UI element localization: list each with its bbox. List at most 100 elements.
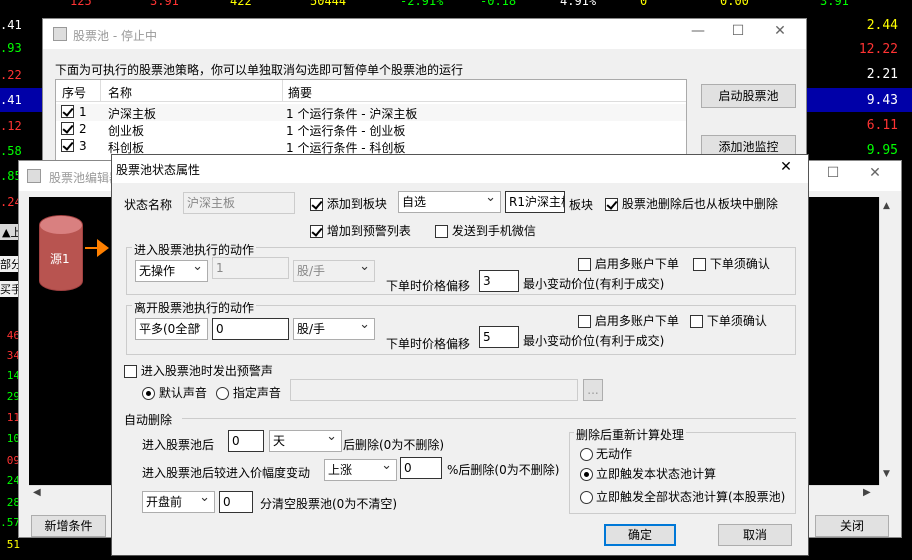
enter-confirm-label: 下单须确认: [709, 257, 770, 271]
right-quote-value: 6.11: [866, 118, 898, 133]
after-enter-days-field[interactable]: 0: [228, 430, 264, 452]
send-wechat-checkbox[interactable]: [435, 225, 448, 238]
alert-sound-option[interactable]: 进入股票池时发出预警声: [124, 362, 273, 379]
cancel-button[interactable]: 取消: [718, 524, 792, 546]
clear-time-select[interactable]: 开盘前: [142, 491, 215, 513]
custom-sound-option[interactable]: 指定声音: [216, 384, 281, 401]
price-direction-select[interactable]: 上涨: [324, 459, 397, 481]
send-wechat-option[interactable]: 发送到手机微信: [435, 222, 536, 239]
enter-multi-account-checkbox[interactable]: [578, 258, 591, 271]
dialog-titlebar: 股票池状态属性 ✕: [112, 155, 808, 183]
default-sound-label: 默认声音: [158, 386, 207, 400]
stock-pool-window-icon: [53, 27, 67, 41]
custom-sound-radio[interactable]: [216, 387, 229, 400]
leave-confirm-checkbox[interactable]: [690, 315, 703, 328]
enter-confirm-checkbox[interactable]: [693, 258, 706, 271]
leave-confirm-label: 下单须确认: [706, 314, 767, 328]
enter-unit-select[interactable]: 股/手: [293, 260, 375, 282]
leave-quantity-field[interactable]: 0: [212, 318, 289, 340]
editor-close-icon[interactable]: ✕: [855, 165, 895, 181]
column-summary[interactable]: 摘要: [288, 84, 312, 101]
start-pool-button[interactable]: 启动股票池: [701, 84, 796, 108]
leave-offset-field[interactable]: 5: [479, 326, 519, 348]
clear-suffix: 分清空股票池(0为不清空): [260, 497, 397, 511]
state-name-label: 状态名称: [124, 198, 173, 212]
new-condition-button[interactable]: 新增条件: [31, 515, 106, 537]
maximize-icon[interactable]: ☐: [718, 23, 758, 39]
pool-row-index: 3: [79, 139, 87, 153]
left-quote-value: .41: [0, 18, 22, 32]
add-to-warning-option[interactable]: 增加到预警列表: [310, 222, 411, 239]
source-node[interactable]: 源1: [39, 215, 83, 291]
right-quote-value: 9.43: [866, 93, 898, 108]
block-name-field[interactable]: R1沪深主板: [505, 191, 565, 213]
source-node-label: 源1: [50, 252, 70, 266]
pool-row-checkbox[interactable]: [61, 122, 74, 135]
clear-minutes-field[interactable]: 0: [219, 491, 253, 513]
after-enter-suffix: 后删除(0为不删除): [343, 438, 444, 452]
editor-close-button[interactable]: 关闭: [815, 515, 889, 537]
recalc-radio[interactable]: [580, 468, 593, 481]
left-quote-value: .22: [0, 68, 22, 82]
dialog-close-icon[interactable]: ✕: [766, 159, 806, 175]
leave-offset-suffix: 最小变动价位(有利于成交): [523, 334, 665, 348]
pool-row-name: 沪深主板: [108, 107, 157, 121]
pool-row-checkbox[interactable]: [61, 139, 74, 152]
browse-sound-button[interactable]: ...: [583, 379, 603, 401]
leave-confirm-option[interactable]: 下单须确认: [690, 312, 767, 329]
column-name[interactable]: 名称: [108, 84, 132, 101]
ok-button[interactable]: 确定: [604, 524, 676, 546]
sound-path-field[interactable]: [290, 379, 578, 401]
enter-multi-account-option[interactable]: 启用多账户下单: [578, 255, 679, 272]
editor-maximize-icon[interactable]: ☐: [813, 165, 853, 181]
add-to-block-checkbox[interactable]: [310, 198, 323, 211]
stock-pool-window: 股票池 - 停止中 — ☐ ✕ 下面为可执行的股票池策略，你可以单独取消勾选即可…: [42, 18, 807, 169]
after-enter-unit-select[interactable]: 天: [269, 430, 342, 452]
default-sound-option[interactable]: 默认声音: [142, 384, 207, 401]
ticker-value: 0: [640, 0, 648, 8]
editor-vertical-scrollbar[interactable]: ▲ ▼: [879, 197, 895, 485]
enter-action-select[interactable]: 无操作: [135, 260, 208, 282]
enter-offset-suffix: 最小变动价位(有利于成交): [523, 277, 665, 291]
recalc-radio[interactable]: [580, 491, 593, 504]
leave-multi-account-option[interactable]: 启用多账户下单: [578, 312, 679, 329]
recalc-option[interactable]: 立即触发全部状态池计算(本股票池): [580, 488, 785, 505]
enter-confirm-option[interactable]: 下单须确认: [693, 255, 770, 272]
ticker-value: 50444: [310, 0, 347, 8]
state-name-field[interactable]: 沪深主板: [183, 192, 295, 214]
recalc-radio[interactable]: [580, 448, 593, 461]
enter-offset-field[interactable]: 3: [479, 270, 519, 292]
pool-row[interactable]: 2 创业板 1 个运行条件 - 创业板: [56, 121, 686, 138]
recalc-option-label: 立即触发本状态池计算: [596, 467, 717, 481]
pool-row-index: 1: [79, 105, 87, 119]
block-select[interactable]: 自选: [398, 191, 501, 213]
ticker-value: 4.91%: [560, 0, 597, 8]
alert-sound-label: 进入股票池时发出预警声: [140, 364, 273, 378]
ticker-value: 3.91: [820, 0, 849, 8]
add-to-block-option[interactable]: 添加到板块: [310, 195, 387, 212]
close-icon[interactable]: ✕: [760, 23, 800, 39]
delete-from-block-option[interactable]: 股票池删除后也从板块中删除: [605, 195, 778, 212]
leave-multi-account-checkbox[interactable]: [578, 315, 591, 328]
enter-quantity-field[interactable]: 1: [212, 257, 289, 279]
recalc-option[interactable]: 立即触发本状态池计算: [580, 465, 716, 482]
pool-row-checkbox[interactable]: [61, 105, 74, 118]
price-change-field[interactable]: 0: [400, 457, 442, 479]
list-header: 序号 名称 摘要: [56, 80, 686, 102]
minimize-icon[interactable]: —: [678, 23, 718, 39]
alert-sound-checkbox[interactable]: [124, 365, 137, 378]
leave-action-title: 离开股票池执行的动作: [132, 299, 257, 316]
add-to-warning-checkbox[interactable]: [310, 225, 323, 238]
column-index[interactable]: 序号: [62, 84, 86, 101]
pool-row[interactable]: 1 沪深主板 1 个运行条件 - 沪深主板: [56, 104, 686, 121]
pool-row[interactable]: 3 科创板 1 个运行条件 - 科创板: [56, 138, 686, 155]
ticker-value: 125: [70, 0, 92, 8]
right-quote-value: 9.95: [866, 143, 898, 158]
leave-action-select[interactable]: 平多(0全部: [135, 318, 208, 340]
default-sound-radio[interactable]: [142, 387, 155, 400]
connector-arrow-head: [97, 239, 109, 257]
delete-from-block-checkbox[interactable]: [605, 198, 618, 211]
recalc-option[interactable]: 无动作: [580, 445, 632, 462]
leave-unit-select[interactable]: 股/手: [293, 318, 375, 340]
price-change-label: 进入股票池后较进入价幅度变动: [142, 466, 311, 480]
